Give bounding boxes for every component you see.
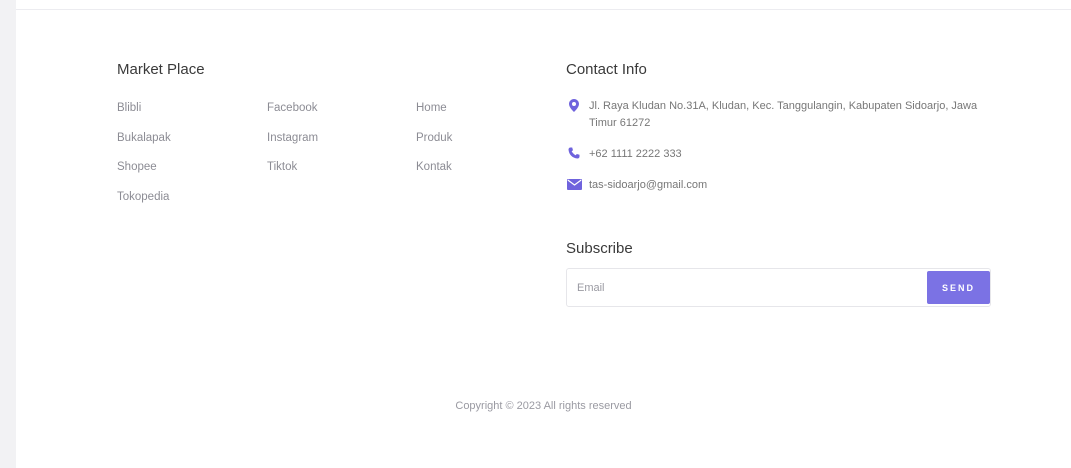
envelope-icon (566, 177, 582, 191)
contact-info-title: Contact Info (566, 61, 647, 78)
link-bukalapak[interactable]: Bukalapak (117, 130, 171, 160)
link-kontak[interactable]: Kontak (416, 159, 452, 189)
subscribe-form: SEND (566, 268, 991, 307)
top-divider (16, 0, 1071, 10)
phone-text: +62 1111 2222 333 (589, 148, 682, 160)
social-links: Facebook Instagram Tiktok (267, 100, 318, 189)
contact-email: tas-sidoarjo@gmail.com (566, 177, 707, 194)
subscribe-title: Subscribe (566, 240, 633, 257)
contact-phone: +62 1111 2222 333 (566, 146, 682, 163)
subscribe-email-input[interactable] (567, 269, 927, 306)
link-blibli[interactable]: Blibli (117, 100, 171, 130)
page-links: Home Produk Kontak (416, 100, 452, 189)
map-marker-icon (566, 98, 582, 112)
link-facebook[interactable]: Facebook (267, 100, 318, 130)
market-place-title: Market Place (117, 61, 205, 78)
phone-icon (566, 146, 582, 160)
contact-address: Jl. Raya Kludan No.31A, Kludan, Kec. Tan… (566, 98, 1006, 132)
copyright-text: Copyright © 2023 All rights reserved (455, 400, 632, 412)
link-tiktok[interactable]: Tiktok (267, 159, 318, 189)
footer-page: Market Place Blibli Bukalapak Shopee Tok… (16, 0, 1071, 468)
email-text: tas-sidoarjo@gmail.com (589, 179, 708, 191)
address-text: Jl. Raya Kludan No.31A, Kludan, Kec. Tan… (589, 100, 978, 129)
marketplace-links: Blibli Bukalapak Shopee Tokopedia (117, 100, 171, 218)
link-instagram[interactable]: Instagram (267, 130, 318, 160)
link-tokopedia[interactable]: Tokopedia (117, 189, 171, 219)
link-home[interactable]: Home (416, 100, 452, 130)
link-produk[interactable]: Produk (416, 130, 452, 160)
link-shopee[interactable]: Shopee (117, 159, 171, 189)
send-button[interactable]: SEND (927, 271, 990, 304)
